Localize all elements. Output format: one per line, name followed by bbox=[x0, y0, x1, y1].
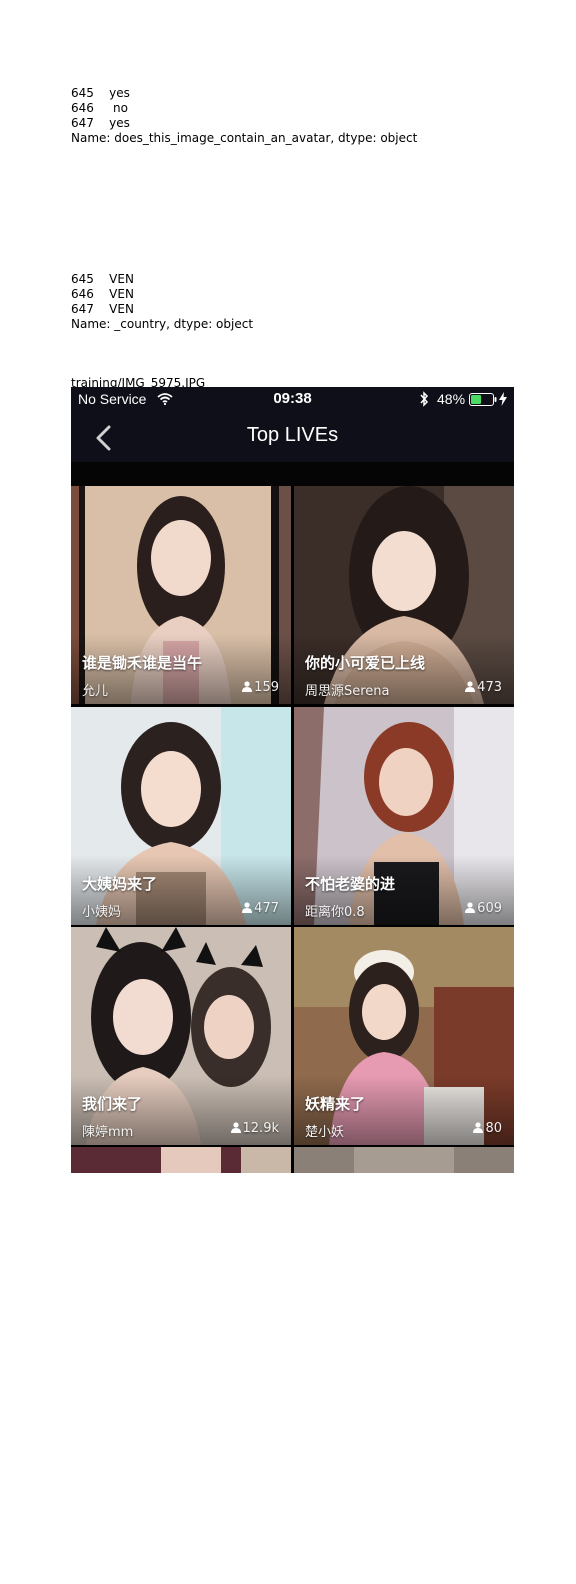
battery-percent: 48% bbox=[437, 391, 466, 407]
streamer-name: 小姨妈 bbox=[82, 905, 122, 920]
live-card[interactable]: 我们来了 陳婷mm 12.9k bbox=[71, 927, 291, 1145]
dump-row: 646 VEN bbox=[71, 287, 134, 301]
dump-row: 647 yes bbox=[71, 116, 130, 130]
avatar-series-dump: 645 yes 646 no 647 yes Name: does_this_imag… bbox=[71, 86, 417, 146]
user-icon bbox=[242, 681, 253, 692]
streamer-name: 允儿 bbox=[82, 684, 109, 699]
streamer-name: 周思源Serena bbox=[305, 684, 390, 699]
nav-bar: Top LIVEs bbox=[71, 412, 514, 462]
viewer-count: 477 bbox=[242, 901, 279, 916]
live-card[interactable]: 谁是锄禾谁是当午 允儿 159 bbox=[71, 486, 291, 704]
stream-title: 你的小可爱已上线 bbox=[305, 654, 426, 672]
phone-screenshot: No Service 09:38 48% Top LIVEs 谁是锄禾谁是当午 … bbox=[71, 387, 514, 1173]
stream-title: 不怕老婆的进 bbox=[305, 875, 396, 893]
dump-footer: Name: does_this_image_contain_an_avatar,… bbox=[71, 131, 418, 145]
live-card[interactable]: 妖精来了 楚小妖 80 bbox=[294, 927, 514, 1145]
stream-title: 谁是锄禾谁是当午 bbox=[82, 654, 203, 672]
viewer-count: 80 bbox=[473, 1121, 502, 1136]
divider-strip bbox=[71, 462, 514, 486]
streamer-name: 距离你0.8 bbox=[305, 905, 365, 920]
bluetooth-icon bbox=[420, 391, 429, 407]
stream-title: 我们来了 bbox=[82, 1095, 143, 1113]
live-card-partial[interactable] bbox=[71, 1147, 291, 1173]
battery-icon bbox=[469, 393, 497, 406]
viewer-count: 609 bbox=[465, 901, 502, 916]
dump-row: 647 VEN bbox=[71, 302, 134, 316]
dump-footer: Name: _country, dtype: object bbox=[71, 317, 254, 331]
status-bar: No Service 09:38 48% bbox=[71, 387, 514, 412]
stream-thumbnail bbox=[71, 1147, 291, 1173]
user-icon bbox=[230, 1122, 241, 1133]
dump-row: 645 yes bbox=[71, 86, 130, 100]
live-card[interactable]: 你的小可爱已上线 周思源Serena 473 bbox=[294, 486, 514, 704]
country-series-dump: 645 VEN 646 VEN 647 VEN Name: _country, dty… bbox=[71, 272, 253, 332]
streamer-name: 陳婷mm bbox=[82, 1125, 134, 1140]
dump-row: 645 VEN bbox=[71, 272, 134, 286]
page-title: Top LIVEs bbox=[246, 424, 339, 446]
stream-title: 大姨妈来了 bbox=[82, 875, 158, 893]
user-icon bbox=[465, 681, 476, 692]
dump-row: 646 no bbox=[71, 101, 128, 115]
live-card[interactable]: 不怕老婆的进 距离你0.8 609 bbox=[294, 707, 514, 925]
charging-icon bbox=[499, 392, 507, 406]
streamer-name: 楚小妖 bbox=[305, 1125, 345, 1140]
user-icon bbox=[473, 1122, 484, 1133]
live-card[interactable]: 大姨妈来了 小姨妈 477 bbox=[71, 707, 291, 925]
stream-thumbnail bbox=[294, 1147, 514, 1173]
live-grid: 谁是锄禾谁是当午 允儿 159 你的小可爱已上线 周思源Serena 473 大… bbox=[71, 486, 514, 1173]
viewer-count: 159 bbox=[242, 680, 279, 695]
viewer-count: 473 bbox=[465, 680, 502, 695]
user-icon bbox=[465, 902, 476, 913]
viewer-count: 12.9k bbox=[230, 1121, 279, 1136]
live-card-partial[interactable] bbox=[294, 1147, 514, 1173]
user-icon bbox=[242, 902, 253, 913]
stream-title: 妖精来了 bbox=[305, 1095, 366, 1113]
